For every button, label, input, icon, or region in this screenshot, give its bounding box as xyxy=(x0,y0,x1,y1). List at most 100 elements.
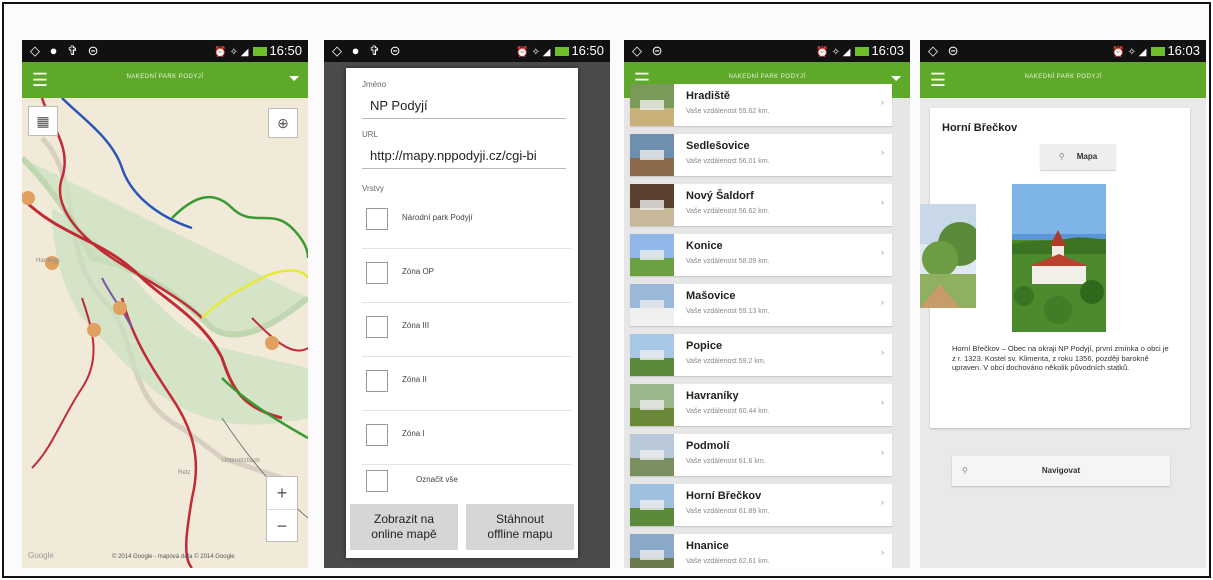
list-item[interactable]: Havraníky Vaše vzdálenost 60.44 km. › xyxy=(630,384,892,426)
screenshot-frame: ◇ ● ✞ ⊝ ⏰ ✧ ◢ 16:50 ☰ NAKEDNÍ PARK PODYJÍ… xyxy=(2,2,1211,578)
signal-icon: ⏰ ✧ ◢ xyxy=(516,47,551,58)
list-item[interactable]: Sedlešovice Vaše vzdálenost 56.01 km. › xyxy=(630,134,892,176)
show-online-map-button[interactable]: Zobrazit na online mapě xyxy=(350,504,458,550)
place-distance: Vaše vzdálenost 59.13 km. xyxy=(686,308,770,315)
chevron-right-icon: › xyxy=(881,447,884,457)
show-map-button[interactable]: ⚲ Mapa xyxy=(1040,144,1116,170)
app-title: NAKEDNÍ PARK PODYJÍ xyxy=(728,74,806,80)
layer-checkbox[interactable] xyxy=(366,316,388,338)
select-all-checkbox[interactable] xyxy=(366,470,388,492)
place-distance: Vaše vzdálenost 61.89 km. xyxy=(686,508,770,515)
menu-icon[interactable]: ☰ xyxy=(928,70,948,90)
place-distance: Vaše vzdálenost 60.44 km. xyxy=(686,408,770,415)
place-name: Havraníky xyxy=(686,390,739,402)
detail-card: Horní Břečkov ⚲ Mapa Horní Břečkov – Obe… xyxy=(920,108,1190,428)
select-all-label: Označit vše xyxy=(416,475,458,484)
layer-row[interactable]: Zóna III xyxy=(362,308,566,352)
select-all-row[interactable]: Označit vše xyxy=(362,462,566,506)
status-bar: ◇ ⊝ ⏰ ✧ ◢ 16:03 xyxy=(624,40,910,62)
list-item[interactable]: Konice Vaše vzdálenost 58.09 km. › xyxy=(630,234,892,276)
layer-row[interactable]: Zóna OP xyxy=(362,254,566,298)
layer-label: Zóna III xyxy=(402,321,430,330)
button-label: online mapě xyxy=(371,527,437,541)
download-offline-map-button[interactable]: Stáhnout offline mapu xyxy=(466,504,574,550)
filter-icon[interactable]: ⏷ xyxy=(289,70,300,87)
status-time: 16:03 xyxy=(871,43,904,58)
list-item[interactable]: Hradiště Vaše vzdálenost 55.62 km. › xyxy=(630,84,892,126)
place-thumbnail xyxy=(630,84,674,126)
map-view[interactable]: ▦ ⊕ Unterretzbach Hardegg Retz + − Googl… xyxy=(22,98,308,568)
phone-map-screen: ◇ ● ✞ ⊝ ⏰ ✧ ◢ 16:50 ☰ NAKEDNÍ PARK PODYJÍ… xyxy=(22,40,308,568)
list-item[interactable]: Nový Šaldorf Vaše vzdálenost 56.62 km. › xyxy=(630,184,892,226)
layer-row[interactable]: Zóna II xyxy=(362,362,566,406)
google-logo: Google xyxy=(28,551,54,560)
filter-icon[interactable]: ⏷ xyxy=(891,70,902,87)
layer-label: Zóna I xyxy=(402,429,425,438)
phone-dialog-screen: ◇ ● ✞ ⊝ ⏰ ✧ ◢ 16:50 Jméno NP Podyjí URL h… xyxy=(324,40,610,568)
place-detail: Horní Břečkov ⚲ Mapa Horní Břečkov – Obe… xyxy=(920,98,1206,568)
list-item[interactable]: Mašovice Vaše vzdálenost 59.13 km. › xyxy=(630,284,892,326)
app-bar: ☰ NAKEDNÍ PARK PODYJÍ xyxy=(920,62,1206,98)
signal-icon: ⏰ ✧ ◢ xyxy=(1112,47,1147,58)
place-thumbnail xyxy=(630,484,674,526)
place-thumbnail xyxy=(630,284,674,326)
url-underline xyxy=(362,168,566,169)
button-label: Navigovat xyxy=(1041,466,1081,475)
navigate-button[interactable]: ⚲ Navigovat xyxy=(952,456,1170,486)
status-icons: ◇ ● ✞ ⊝ xyxy=(30,43,102,58)
place-name: Podmolí xyxy=(686,440,730,452)
menu-icon[interactable]: ☰ xyxy=(30,70,50,90)
chevron-right-icon: › xyxy=(881,297,884,307)
list-item[interactable]: Podmolí Vaše vzdálenost 61.6 km. › xyxy=(630,434,892,476)
map-label-town: Unterretzbach xyxy=(222,458,260,464)
map-source-dialog: Jméno NP Podyjí URL http://mapy.nppodyji… xyxy=(346,68,578,558)
button-label: Zobrazit na xyxy=(373,512,435,526)
zoom-in-button[interactable]: + xyxy=(267,477,297,510)
layer-checkbox[interactable] xyxy=(366,370,388,392)
layer-checkbox[interactable] xyxy=(366,262,388,284)
chevron-right-icon: › xyxy=(881,97,884,107)
place-distance: Vaše vzdálenost 62.61 km. xyxy=(686,558,770,565)
place-description: Horní Břečkov – Obec na okraji NP Podyjí… xyxy=(952,344,1169,372)
place-thumbnail xyxy=(630,384,674,426)
divider xyxy=(362,356,572,357)
phone-detail-screen: ◇ ⊝ ⏰ ✧ ◢ 16:03 ☰ NAKEDNÍ PARK PODYJÍ Hor… xyxy=(920,40,1206,568)
layer-row[interactable]: Národní park Podyjí xyxy=(362,200,566,244)
side-photo[interactable] xyxy=(920,204,976,308)
place-name: Popice xyxy=(686,340,723,352)
map-label-town: Retz xyxy=(178,470,191,476)
signal-icon: ⏰ ✧ ◢ xyxy=(816,47,851,58)
list-item[interactable]: Popice Vaše vzdálenost 59.2 km. › xyxy=(630,334,892,376)
app-title: NAKEDNÍ PARK PODYJÍ xyxy=(1024,74,1102,80)
status-time: 16:50 xyxy=(269,43,302,58)
name-label: Jméno xyxy=(362,80,387,89)
layer-row[interactable]: Zóna I xyxy=(362,416,566,460)
place-distance: Vaše vzdálenost 59.2 km. xyxy=(686,358,766,365)
name-input[interactable]: NP Podyjí xyxy=(370,98,570,113)
layers-grid-icon[interactable]: ▦ xyxy=(28,106,58,136)
place-name: Mašovice xyxy=(686,290,736,302)
status-time: 16:50 xyxy=(571,43,604,58)
battery-icon xyxy=(855,47,870,56)
chevron-right-icon: › xyxy=(881,547,884,557)
place-name: Konice xyxy=(686,240,723,252)
list-item[interactable]: Hnanice Vaše vzdálenost 62.61 km. › xyxy=(630,534,892,568)
map-label-town: Hardegg xyxy=(36,258,60,264)
status-bar: ◇ ● ✞ ⊝ ⏰ ✧ ◢ 16:50 xyxy=(324,40,610,62)
map-copyright: © 2014 Google - mapová data © 2014 Googl… xyxy=(112,554,235,560)
layer-label: Národní park Podyjí xyxy=(402,213,473,222)
status-bar: ◇ ● ✞ ⊝ ⏰ ✧ ◢ 16:50 xyxy=(22,40,308,62)
signal-icon: ⏰ ✧ ◢ xyxy=(214,47,249,58)
place-title: Horní Břečkov xyxy=(942,122,1018,134)
zoom-out-button[interactable]: − xyxy=(267,510,297,542)
list-item[interactable]: Horní Břečkov Vaše vzdálenost 61.89 km. › xyxy=(630,484,892,526)
url-input[interactable]: http://mapy.nppodyji.cz/cgi-bi xyxy=(370,148,570,163)
layer-checkbox[interactable] xyxy=(366,208,388,230)
my-location-icon[interactable]: ⊕ xyxy=(268,108,298,138)
place-thumbnail xyxy=(630,334,674,376)
status-icons: ◇ ⊝ xyxy=(928,43,962,58)
layer-checkbox[interactable] xyxy=(366,424,388,446)
place-name: Sedlešovice xyxy=(686,140,750,152)
divider xyxy=(362,410,572,411)
status-icons: ◇ ● ✞ ⊝ xyxy=(332,43,404,58)
